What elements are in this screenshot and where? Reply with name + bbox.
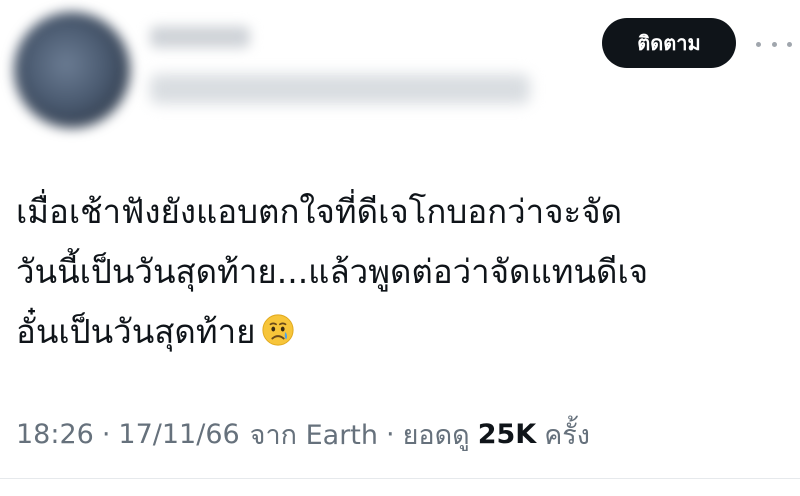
views-prefix: ยอดดู: [402, 419, 470, 451]
views-count[interactable]: 25K: [478, 419, 537, 450]
tweet-line: เมื่อเช้าฟังยังแอบตกใจที่ดีเจโกบอกว่าจะจ…: [16, 192, 623, 231]
meta-separator: ·: [101, 418, 111, 450]
crying-face-icon: [262, 313, 295, 346]
handle-blurred[interactable]: [150, 74, 530, 104]
tweet-date[interactable]: 17/11/66: [118, 419, 239, 450]
tweet-text: เมื่อเช้าฟังยังแอบตกใจที่ดีเจโกบอกว่าจะจ…: [16, 182, 796, 362]
meta-separator: ·: [386, 418, 395, 450]
more-dot: [771, 41, 777, 47]
tweet-header: ติดตาม: [0, 0, 800, 140]
more-dot: [787, 41, 792, 47]
divider: [0, 478, 800, 479]
tweet-line-text: อั๋นเป็นวันสุดท้าย: [16, 312, 256, 351]
tweet-line: อั๋นเป็นวันสุดท้าย: [16, 302, 796, 362]
display-name-blurred[interactable]: [150, 26, 250, 48]
tweet-source: จาก Earth: [249, 419, 378, 451]
tweet-line: วันนี้เป็นวันสุดท้าย...แล้วพูดต่อว่าจัดแ…: [16, 252, 649, 291]
tweet-time[interactable]: 18:26: [16, 419, 94, 450]
more-horizontal-icon[interactable]: [756, 34, 792, 54]
more-dot: [756, 41, 761, 47]
avatar[interactable]: [14, 12, 130, 128]
follow-button[interactable]: ติดตาม: [602, 18, 736, 68]
views-suffix: ครั้ง: [544, 419, 590, 451]
tweet-meta: 18:26 · 17/11/66 จาก Earth · ยอดดู 25K ค…: [16, 412, 796, 456]
